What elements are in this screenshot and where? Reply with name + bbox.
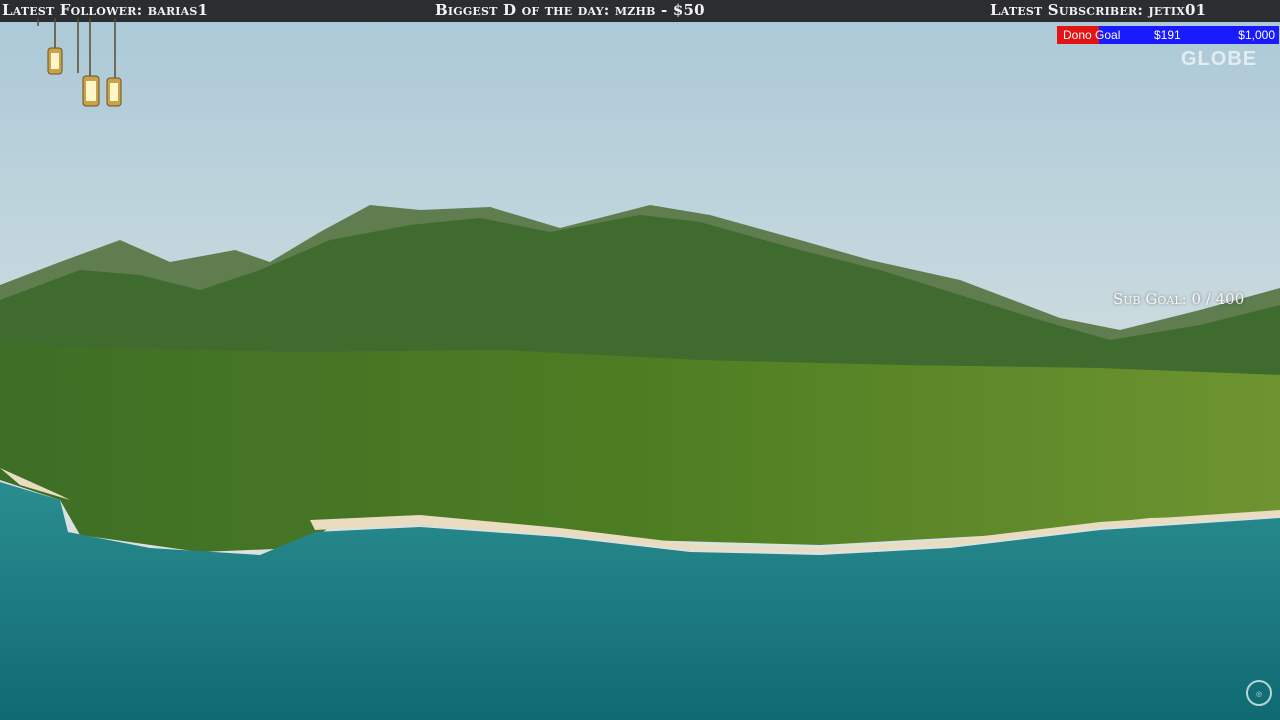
sub-goal-text: Sub Goal: 0 / 400 xyxy=(1113,290,1245,308)
hanging-lanterns-icon xyxy=(37,18,122,107)
stream-info-bar: Latest Follower: barias1 Biggest D of th… xyxy=(0,0,1280,22)
latest-subscriber-text: Latest Subscriber: jetix01 xyxy=(990,1,1207,19)
brand-watermark: GLOBE xyxy=(1181,48,1258,70)
globe-logo-icon: ◎ xyxy=(1246,680,1272,706)
donation-goal-bar: Dono Goal $191 $1,000 xyxy=(1057,26,1279,44)
aerial-coastline-scene xyxy=(0,0,1280,720)
latest-follower-text: Latest Follower: barias1 xyxy=(2,1,209,19)
biggest-donation-text: Biggest D of the day: mzhb - $50 xyxy=(435,1,705,19)
donation-goal-current: $191 xyxy=(1154,28,1181,42)
donation-goal-label: Dono Goal xyxy=(1063,28,1121,42)
donation-goal-target: $1,000 xyxy=(1238,28,1275,42)
